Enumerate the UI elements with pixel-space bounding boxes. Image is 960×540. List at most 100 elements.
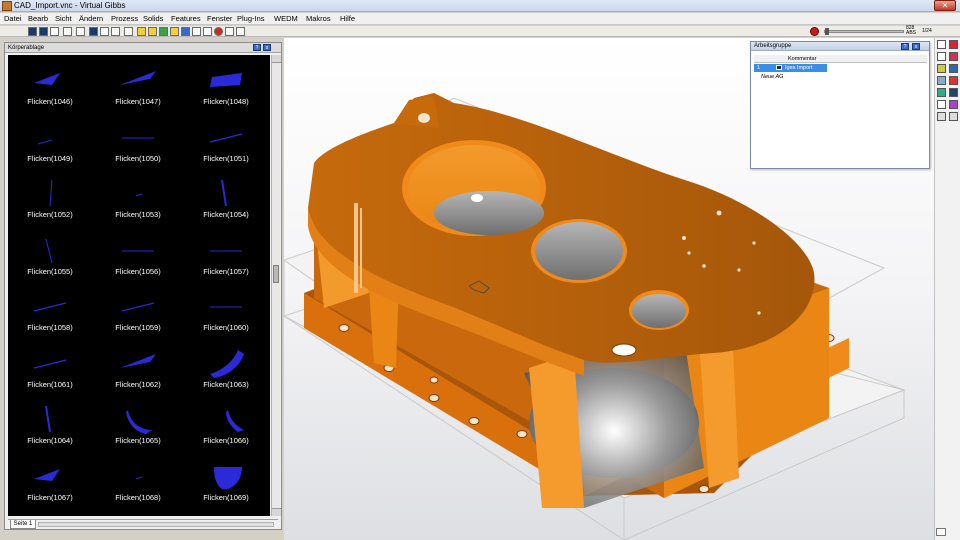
body-list-item[interactable]: Flicken(1061) [12, 344, 88, 400]
select-arrow-icon[interactable] [225, 27, 234, 36]
measure-icon[interactable] [949, 100, 958, 109]
panel-close-icon[interactable]: x [263, 44, 271, 51]
view-split-icon[interactable] [39, 27, 48, 36]
body-list-item[interactable]: Flicken(1052) [12, 174, 88, 230]
new-work-group[interactable]: Neue AG [761, 74, 783, 80]
menu-features[interactable]: Features [171, 13, 201, 25]
menu-datei[interactable]: Datei [4, 13, 22, 25]
patch-thumbnail-icon [209, 132, 243, 143]
iso-view-icon[interactable] [124, 27, 133, 36]
body-list-item[interactable]: Flicken(1053) [100, 174, 176, 230]
mesh-icon[interactable] [949, 88, 958, 97]
zoom-icon[interactable] [203, 27, 212, 36]
menu-bearb[interactable]: Bearb [28, 13, 48, 25]
paint-icon[interactable] [937, 88, 946, 97]
view-window-icon[interactable] [28, 27, 37, 36]
body-list-item[interactable]: Flicken(1064) [12, 400, 88, 456]
patch-thumbnail-icon [34, 468, 60, 481]
tab-seite-1[interactable]: Seite 1 [10, 520, 36, 529]
shape-icon[interactable] [937, 64, 946, 73]
shade-icon[interactable] [63, 27, 72, 36]
body-list-item[interactable]: Flicken(1066) [188, 400, 264, 456]
body-list-item[interactable]: Flicken(1068) [100, 457, 176, 513]
body-list-item[interactable]: Flicken(1062) [100, 344, 176, 400]
side-view-icon[interactable] [111, 27, 120, 36]
transform-icon[interactable] [949, 40, 958, 49]
window-title: CAD_Import.vnc - Virtual Gibbs [14, 1, 126, 10]
body-list-item[interactable]: Flicken(1057) [188, 231, 264, 287]
work-close-icon[interactable]: x [912, 43, 920, 50]
help-pointer-icon[interactable] [236, 27, 245, 36]
menu-aendern[interactable]: Ändern [79, 13, 103, 25]
remove-icon[interactable] [949, 76, 958, 85]
layer-icon[interactable] [170, 27, 179, 36]
body-list-item[interactable]: Flicken(1047) [100, 61, 176, 117]
new-document-icon[interactable] [937, 40, 946, 49]
speed-slider[interactable] [824, 28, 904, 35]
body-list-item-label: Flicken(1053) [115, 210, 161, 219]
menu-wedm[interactable]: WEDM [274, 13, 298, 25]
stop-icon[interactable] [810, 27, 819, 36]
menu-prozess[interactable]: Prozess [111, 13, 138, 25]
menu-plugins[interactable]: Plug-Ins [237, 13, 265, 25]
body-list-item[interactable]: Flicken(1056) [100, 231, 176, 287]
body-list-item[interactable]: Flicken(1048) [188, 61, 264, 117]
body-list-item[interactable]: Flicken(1069) [188, 457, 264, 513]
column-kommentar[interactable]: Kommentar [788, 55, 816, 63]
record-icon[interactable] [214, 27, 223, 36]
view-grid-icon[interactable] [50, 27, 59, 36]
select-box-icon[interactable] [937, 52, 946, 61]
menu-fenster[interactable]: Fenster [207, 13, 232, 25]
body-list[interactable]: Flicken(1046) Flicken(1047) Flicken(1048) F… [8, 55, 270, 516]
body-list-item[interactable]: Flicken(1060) [188, 287, 264, 343]
close-button[interactable]: ✕ [934, 0, 956, 11]
speed-slider-thumb[interactable] [825, 28, 829, 35]
scroll-thumb[interactable] [273, 265, 279, 283]
body-list-item[interactable]: Flicken(1054) [188, 174, 264, 230]
body-list-item[interactable]: Flicken(1065) [100, 400, 176, 456]
work-group-row[interactable]: 1 Iges Import [754, 64, 827, 72]
ruler-icon[interactable] [937, 100, 946, 109]
body-list-item[interactable]: Flicken(1067) [12, 457, 88, 513]
patch-thumbnail-icon [121, 302, 155, 312]
scroll-up-icon[interactable] [272, 55, 281, 63]
folder-icon[interactable] [137, 27, 146, 36]
menu-hilfe[interactable]: Hilfe [340, 13, 355, 25]
menu-sicht[interactable]: Sicht [55, 13, 72, 25]
body-list-item[interactable]: Flicken(1046) [12, 61, 88, 117]
panel-hscrollbar[interactable] [38, 522, 274, 527]
body-list-item-label: Flicken(1051) [203, 153, 249, 163]
right-toolbar [934, 38, 960, 540]
save-icon[interactable] [148, 27, 157, 36]
body-list-item-label: Flicken(1050) [115, 153, 161, 163]
solid-icon[interactable] [159, 27, 168, 36]
options-icon[interactable] [949, 112, 958, 121]
solid-tool-icon[interactable] [937, 76, 946, 85]
body-list-item[interactable]: Flicken(1051) [188, 118, 264, 174]
top-view-icon[interactable] [89, 27, 98, 36]
front-view-icon[interactable] [100, 27, 109, 36]
layer-tool-icon[interactable] [937, 112, 946, 121]
patch-thumbnail-icon [210, 73, 242, 87]
body-list-item[interactable]: Flicken(1055) [12, 231, 88, 287]
cut-icon[interactable] [949, 52, 958, 61]
body-list-item[interactable]: Flicken(1058) [12, 287, 88, 343]
cube-icon[interactable] [192, 27, 201, 36]
scroll-down-icon[interactable] [272, 508, 281, 516]
panel-scrollbar[interactable] [271, 55, 281, 516]
body-list-item[interactable]: Flicken(1049) [12, 118, 88, 174]
color-icon[interactable] [181, 27, 190, 36]
eye-icon[interactable] [776, 65, 782, 70]
body-list-item-label: Flicken(1064) [27, 436, 73, 445]
wireframe-icon[interactable] [76, 27, 85, 36]
surface-icon[interactable] [949, 64, 958, 73]
menu-makros[interactable]: Makros [306, 13, 331, 25]
body-list-item[interactable]: Flicken(1050) [100, 118, 176, 174]
body-list-item[interactable]: Flicken(1059) [100, 287, 176, 343]
menu-solids[interactable]: Solids [143, 13, 163, 25]
body-list-item[interactable]: Flicken(1063) [188, 344, 264, 400]
panel-help-icon[interactable]: ? [253, 44, 261, 51]
patch-thumbnail-icon [37, 139, 53, 144]
work-help-icon[interactable]: ? [901, 43, 909, 50]
body-list-item-label: Flicken(1063) [203, 379, 249, 389]
